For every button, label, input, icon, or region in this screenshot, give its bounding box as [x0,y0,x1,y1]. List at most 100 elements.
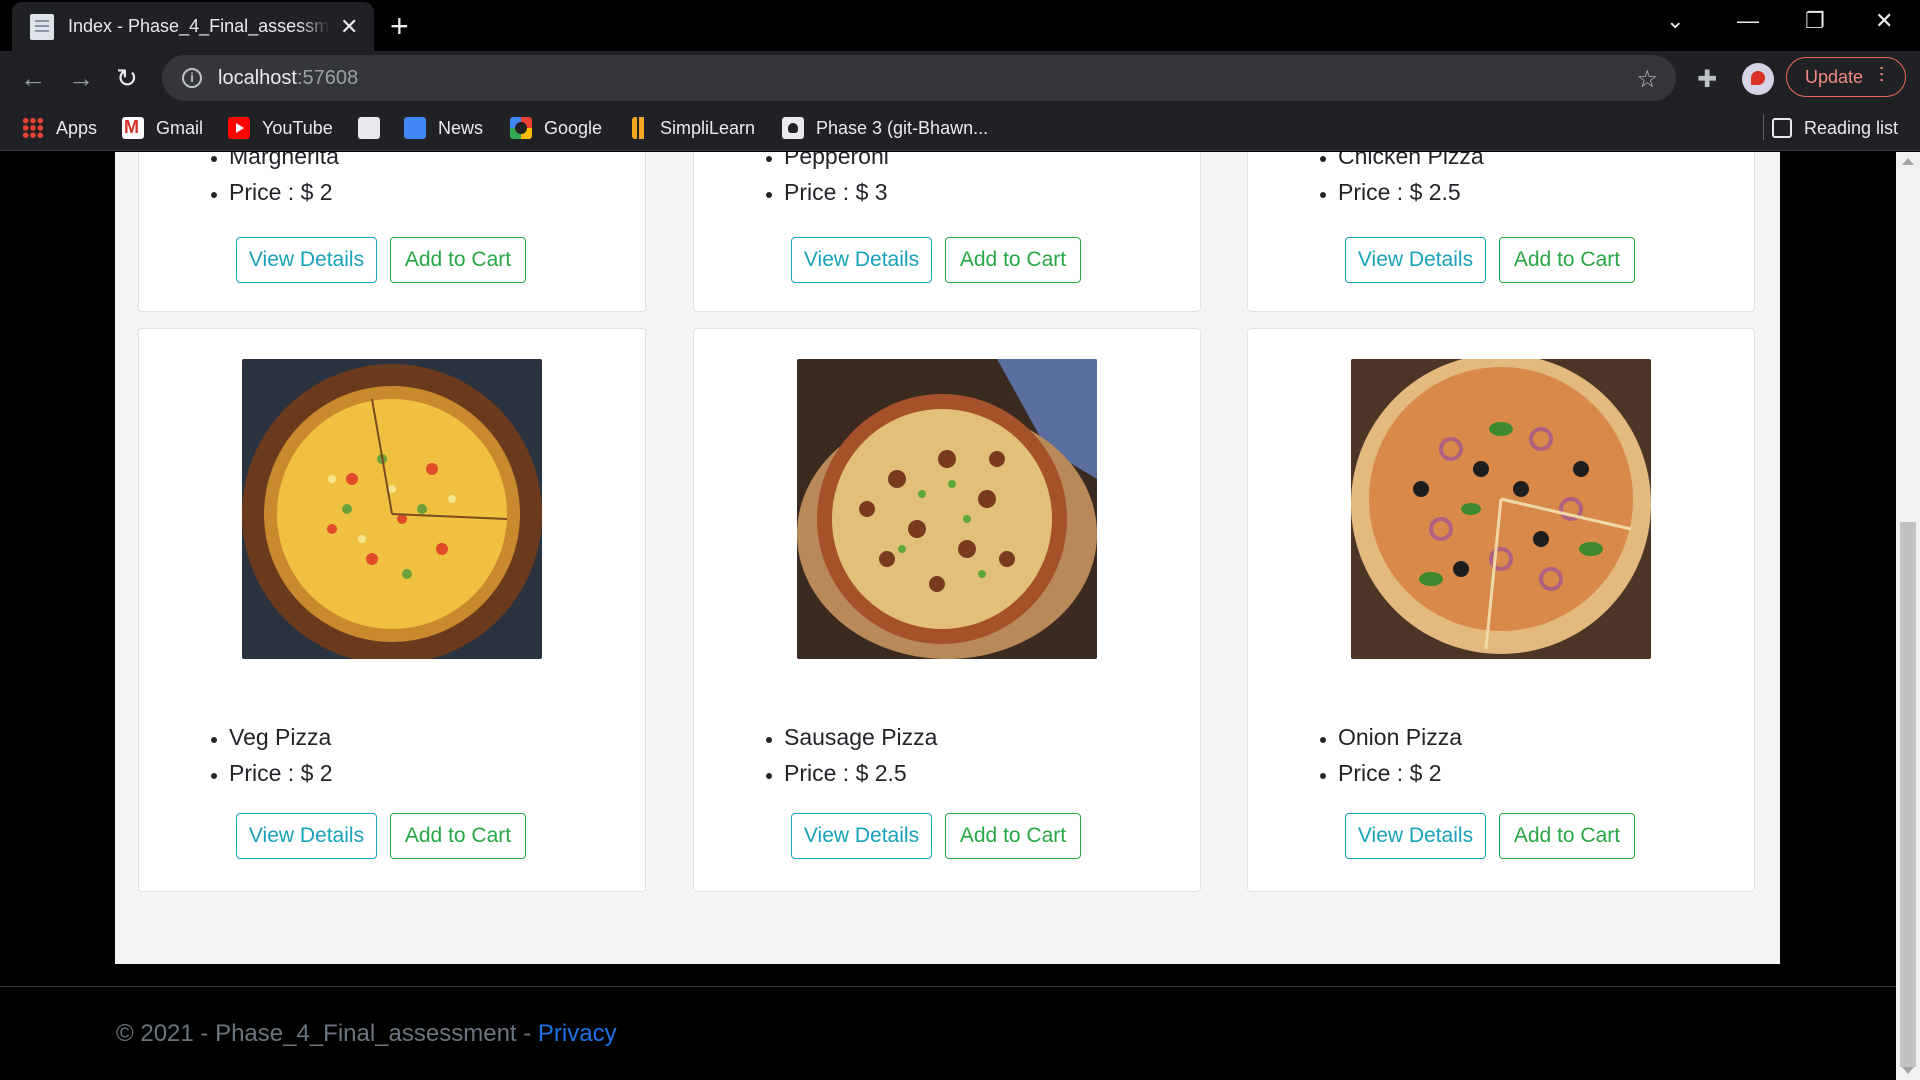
reload-icon[interactable]: ↻ [116,63,138,93]
product-name: Chicken Pizza [1338,152,1484,174]
tab-search-icon[interactable]: ⌄ [1666,8,1684,34]
page-viewport: Margherita Price : $ 2 View Details Add … [0,152,1920,1080]
restore-icon[interactable]: ❐ [1805,8,1825,34]
url-host: localhost [218,66,297,89]
add-to-cart-button[interactable]: Add to Cart [390,237,526,283]
product-card: Chicken Pizza Price : $ 2.5 View Details… [1247,152,1755,312]
active-tab[interactable]: Index - Phase_4_Final_assessment - Phase… [12,2,374,51]
scroll-up-icon[interactable] [1902,158,1914,165]
view-details-button[interactable]: View Details [236,237,377,283]
scrollbar-thumb[interactable] [1900,522,1916,1067]
extensions-icon[interactable]: ✚ [1697,65,1717,94]
product-price: Price : $ 2 [1338,755,1462,791]
browser-toolbar: ← → ↻ i localhost:57608 ☆ ✚ Update ⋯ [0,51,1920,105]
bookmark-label: Gmail [156,117,204,138]
product-price: Price : $ 2.5 [784,755,937,791]
sausage-pizza-image [797,359,1097,659]
youtube-icon [228,117,250,139]
product-card: Sausage Pizza Price : $ 2.5 View Details… [693,328,1201,892]
product-info: Onion Pizza Price : $ 2 [1338,719,1462,791]
forward-icon[interactable]: → [68,63,94,93]
product-card: Pepperoni Price : $ 3 View Details Add t… [693,152,1201,312]
view-details-button[interactable]: View Details [791,237,932,283]
url-port: :57608 [296,66,359,89]
view-details-button[interactable]: View Details [236,813,377,859]
product-name: Onion Pizza [1338,719,1462,755]
add-to-cart-button[interactable]: Add to Cart [1499,237,1635,283]
bookmark-label: Phase 3 (git-Bhawn... [816,117,989,138]
view-details-button[interactable]: View Details [1345,813,1486,859]
tab-title: Index - Phase_4_Final_assessment - Phase… [68,16,330,36]
simplilearn-icon [632,117,648,139]
bookmark-google[interactable]: Google [510,115,602,141]
product-info: Veg Pizza Price : $ 2 [229,719,333,791]
update-label: Update [1805,66,1864,87]
add-to-cart-button[interactable]: Add to Cart [945,813,1081,859]
bookmark-label: Google [544,117,603,138]
bookmark-label: Apps [56,117,98,138]
product-info: Margherita Price : $ 2 [229,152,339,210]
new-tab-icon[interactable]: + [390,10,409,42]
bookmark-gmail[interactable]: Gmail [122,115,203,141]
footer: © 2021 - Phase_4_Final_assessment - Priv… [116,1020,617,1048]
view-details-button[interactable]: View Details [791,813,932,859]
reading-list-button[interactable]: Reading list [1772,115,1898,141]
bookmarks-bar: Apps Gmail YouTube News Google SimpliLea… [0,105,1920,151]
footer-copyright: © 2021 - Phase_4_Final_assessment - [116,1020,538,1047]
bookmark-label: YouTube [262,117,333,138]
bookmark-star-icon[interactable]: ☆ [1636,65,1658,94]
github-icon [782,117,804,139]
product-price: Price : $ 3 [784,174,889,210]
tab-strip: Index - Phase_4_Final_assessment - Phase… [0,0,1920,51]
onion-pizza-image [1351,359,1651,659]
gmail-icon [122,116,144,139]
bookmark-simplilearn[interactable]: SimpliLearn [632,115,755,141]
minimize-icon[interactable]: — [1737,8,1759,34]
scroll-down-icon[interactable] [1902,1067,1914,1074]
add-to-cart-button[interactable]: Add to Cart [945,237,1081,283]
product-card: Margherita Price : $ 2 View Details Add … [138,152,646,312]
address-bar[interactable]: i localhost:57608 ☆ [162,55,1676,101]
google-icon [510,117,532,139]
main-content: Margherita Price : $ 2 View Details Add … [115,152,1780,964]
product-info: Sausage Pizza Price : $ 2.5 [784,719,937,791]
product-info: Pepperoni Price : $ 3 [784,152,889,210]
product-name: Sausage Pizza [784,719,937,755]
menu-dots-icon: ⋯ [1872,65,1892,83]
privacy-link[interactable]: Privacy [538,1020,617,1047]
bookmark-label: News [438,117,484,138]
reading-list-icon [1772,118,1792,138]
vertical-scrollbar[interactable] [1896,152,1920,1080]
apps-icon [22,117,44,139]
bookmark-label: SimpliLearn [660,117,756,138]
add-to-cart-button[interactable]: Add to Cart [390,813,526,859]
close-window-icon[interactable]: ✕ [1875,8,1893,34]
bookmark-apps[interactable]: Apps [22,115,97,141]
back-icon[interactable]: ← [20,63,46,93]
veg-pizza-image [242,359,542,659]
product-price: Price : $ 2 [229,755,333,791]
view-details-button[interactable]: View Details [1345,237,1486,283]
footer-divider [0,986,1896,987]
product-card: Onion Pizza Price : $ 2 View Details Add… [1247,328,1755,892]
bookmark-globe[interactable] [358,115,392,141]
product-card: Veg Pizza Price : $ 2 View Details Add t… [138,328,646,892]
product-info: Chicken Pizza Price : $ 2.5 [1338,152,1484,210]
close-tab-icon[interactable]: ✕ [340,15,358,38]
product-name: Margherita [229,152,339,174]
profile-avatar[interactable] [1742,63,1774,95]
reading-list-label: Reading list [1804,117,1899,138]
product-name: Pepperoni [784,152,889,174]
bookmark-youtube[interactable]: YouTube [228,115,333,141]
globe-icon [358,117,380,139]
product-price: Price : $ 2.5 [1338,174,1484,210]
bookmark-news[interactable]: News [404,115,483,141]
add-to-cart-button[interactable]: Add to Cart [1499,813,1635,859]
update-button[interactable]: Update ⋯ [1786,57,1906,97]
bookmark-github[interactable]: Phase 3 (git-Bhawn... [782,115,988,141]
news-icon [404,117,426,139]
bookmarks-divider [1763,114,1764,140]
site-info-icon[interactable]: i [182,68,202,88]
product-name: Veg Pizza [229,719,333,755]
page-favicon-icon [30,13,54,40]
